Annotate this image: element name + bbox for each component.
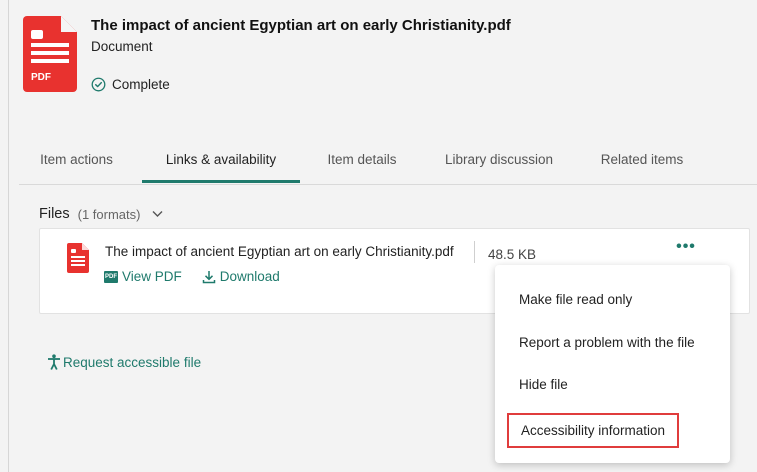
tab-library-discussion[interactable]: Library discussion <box>429 134 569 183</box>
menu-item-report-problem[interactable]: Report a problem with the file <box>519 335 695 350</box>
more-options-button[interactable]: ••• <box>671 238 701 258</box>
view-pdf-link[interactable]: PDF View PDF <box>104 269 182 284</box>
file-name: The impact of ancient Egyptian art on ea… <box>105 244 454 259</box>
chevron-down-icon[interactable] <box>152 210 163 218</box>
files-heading: Files <box>39 206 70 222</box>
tab-links-availability[interactable]: Links & availability <box>142 134 300 183</box>
pdf-icon: PDF <box>23 16 77 92</box>
files-count: (1 formats) <box>77 206 141 222</box>
tab-item-details[interactable]: Item details <box>310 134 414 183</box>
download-link[interactable]: Download <box>202 269 280 284</box>
menu-item-make-read-only[interactable]: Make file read only <box>519 292 632 307</box>
download-label: Download <box>219 269 280 284</box>
document-title: The impact of ancient Egyptian art on ea… <box>91 17 511 34</box>
divider <box>474 241 475 263</box>
accessibility-icon <box>48 354 60 370</box>
document-type: Document <box>91 39 153 54</box>
download-icon <box>202 270 216 283</box>
files-header[interactable]: Files (1 formats) <box>39 206 163 222</box>
request-accessible-file-link[interactable]: Request accessible file <box>47 354 201 370</box>
status-indicator: Complete <box>91 77 170 92</box>
page-frame: PDF The impact of ancient Egyptian art o… <box>8 0 757 472</box>
menu-item-accessibility-information[interactable]: Accessibility information <box>507 413 680 448</box>
view-pdf-label: View PDF <box>122 269 182 284</box>
pdf-icon-label: PDF <box>31 72 51 83</box>
status-text: Complete <box>112 77 170 92</box>
menu-item-hide-file[interactable]: Hide file <box>519 377 568 392</box>
tab-bar: Item actions Links & availability Item d… <box>19 134 757 185</box>
view-pdf-icon: PDF <box>104 270 118 283</box>
tab-item-actions[interactable]: Item actions <box>19 134 134 183</box>
request-accessible-file-label: Request accessible file <box>63 354 202 370</box>
file-actions: PDF View PDF Download <box>104 269 280 284</box>
pdf-file-icon <box>67 243 89 273</box>
tab-related-items[interactable]: Related items <box>587 134 697 183</box>
file-options-menu: Make file read only Report a problem wit… <box>495 265 730 463</box>
file-size: 48.5 KB <box>488 247 537 262</box>
check-circle-icon <box>91 77 106 92</box>
